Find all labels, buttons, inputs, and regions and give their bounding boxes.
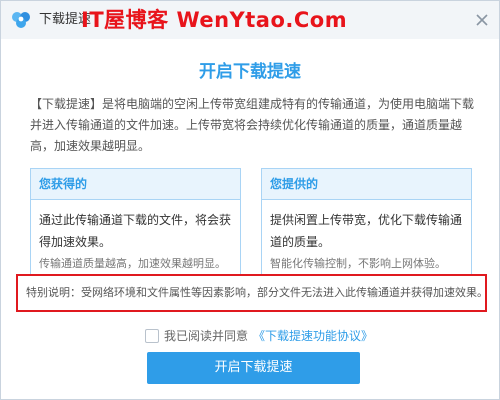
close-icon[interactable] — [475, 13, 489, 27]
dialog-heading: 开启下载提速 — [199, 62, 301, 82]
special-notice: 特别说明：受网络环境和文件属性等因素影响，部分文件无法进入此传输通道并获得加速效… — [16, 274, 487, 312]
card-body: 通过此传输通道下载的文件，将会获得加速效果。 — [39, 213, 232, 249]
agreement-link[interactable]: 《下载提速功能协议》 — [253, 327, 373, 345]
card-note: 传输通道质量越高，加速效果越明显。 — [39, 257, 226, 270]
card-title: 您获得的 — [31, 169, 240, 200]
agreement-label: 我已阅读并同意 — [164, 329, 249, 343]
benefit-card-provide: 您提供的 提供闲置上传带宽，优化下载传输通道的质量。 智能化传输控制，不影响上网… — [261, 168, 472, 278]
agreement-checkbox[interactable] — [145, 329, 159, 343]
title-bar[interactable]: 下载提速 IT屋博客 WenYtao.Com — [1, 1, 499, 39]
watermark-logo: IT屋博客 WenYtao.Com — [81, 8, 348, 32]
cloud-logo-icon — [12, 12, 30, 28]
download-speedup-dialog: 下载提速 IT屋博客 WenYtao.Com 开启下载提速 【下载提速】是将电脑… — [0, 0, 500, 400]
intro-paragraph: 【下载提速】是将电脑端的空闲上传带宽组建成特有的传输通道，为使用电脑端下载并进入… — [30, 97, 475, 153]
card-note: 智能化传输控制，不影响上网体验。 — [270, 257, 446, 270]
benefit-card-gain: 您获得的 通过此传输通道下载的文件，将会获得加速效果。 传输通道质量越高，加速效… — [30, 168, 241, 278]
card-title: 您提供的 — [262, 169, 471, 200]
card-body: 提供闲置上传带宽，优化下载传输通道的质量。 — [270, 213, 463, 249]
enable-speedup-button[interactable]: 开启下载提速 — [147, 352, 360, 384]
